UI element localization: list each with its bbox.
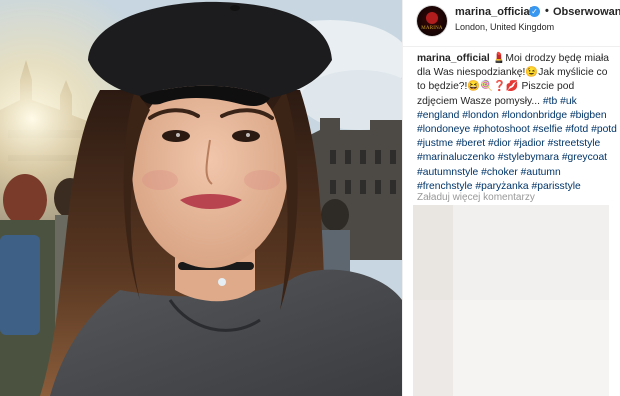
hashtag-link[interactable]: #parisstyle bbox=[532, 181, 581, 192]
hashtag-link[interactable]: #selfie bbox=[533, 124, 563, 135]
hashtag-link[interactable]: #autumnstyle bbox=[417, 167, 478, 178]
hashtag-link[interactable]: #england bbox=[417, 110, 459, 121]
hashtag-link[interactable]: #justme bbox=[417, 138, 453, 149]
hashtag-link[interactable]: #streetstyle bbox=[548, 138, 601, 149]
header-separator: • bbox=[545, 5, 549, 17]
hashtag-link[interactable]: #stylebymara bbox=[498, 152, 559, 163]
caption-hashtags: #tb #uk #england #london #londonbridge #… bbox=[417, 96, 617, 192]
instagram-post: MARINA marina_official ✓ • Obserwowanie … bbox=[0, 0, 620, 396]
hashtag-link[interactable]: #uk bbox=[560, 96, 577, 107]
hashtag-link[interactable]: #marinaluczenko bbox=[417, 152, 495, 163]
post-sidebar: MARINA marina_official ✓ • Obserwowanie … bbox=[402, 0, 620, 396]
post-location[interactable]: London, United Kingdom bbox=[455, 22, 554, 32]
selfie-illustration bbox=[0, 0, 402, 396]
hashtag-link[interactable]: #fotd bbox=[565, 124, 588, 135]
hashtag-link[interactable]: #londonbridge bbox=[502, 110, 567, 121]
caption-username[interactable]: marina_official bbox=[417, 53, 490, 64]
avatar-emblem bbox=[426, 12, 438, 24]
hashtag-link[interactable]: #london bbox=[462, 110, 499, 121]
hashtag-link[interactable]: #frenchstyle bbox=[417, 181, 473, 192]
hashtag-link[interactable]: #photoshoot bbox=[473, 124, 530, 135]
hashtag-link[interactable]: #tb bbox=[543, 96, 557, 107]
hashtag-link[interactable]: #choker bbox=[481, 167, 518, 178]
avatar[interactable]: MARINA bbox=[417, 6, 447, 36]
hashtag-link[interactable]: #dior bbox=[488, 138, 511, 149]
avatar-text: MARINA bbox=[421, 26, 443, 31]
load-more-comments-link[interactable]: Załaduj więcej komentarzy bbox=[417, 192, 535, 203]
hashtag-link[interactable]: #londoneye bbox=[417, 124, 470, 135]
post-username[interactable]: marina_official bbox=[455, 6, 533, 18]
blurred-ad-placeholder bbox=[413, 205, 609, 396]
hashtag-link[interactable]: #autumn bbox=[521, 167, 561, 178]
post-photo[interactable] bbox=[0, 0, 402, 396]
hashtag-link[interactable]: #paryżanka bbox=[475, 181, 528, 192]
hashtag-link[interactable]: #potd bbox=[591, 124, 617, 135]
hashtag-link[interactable]: #greycoat bbox=[562, 152, 607, 163]
post-caption: marina_official 💄Moi drodzy będę miała d… bbox=[417, 52, 617, 194]
hashtag-link[interactable]: #beret bbox=[456, 138, 485, 149]
follow-button[interactable]: Obserwowanie bbox=[553, 6, 620, 18]
post-header: MARINA marina_official ✓ • Obserwowanie … bbox=[403, 0, 620, 47]
hashtag-link[interactable]: #bigben bbox=[570, 110, 607, 121]
hashtag-link[interactable]: #jadior bbox=[514, 138, 545, 149]
verified-badge-icon: ✓ bbox=[529, 6, 540, 17]
